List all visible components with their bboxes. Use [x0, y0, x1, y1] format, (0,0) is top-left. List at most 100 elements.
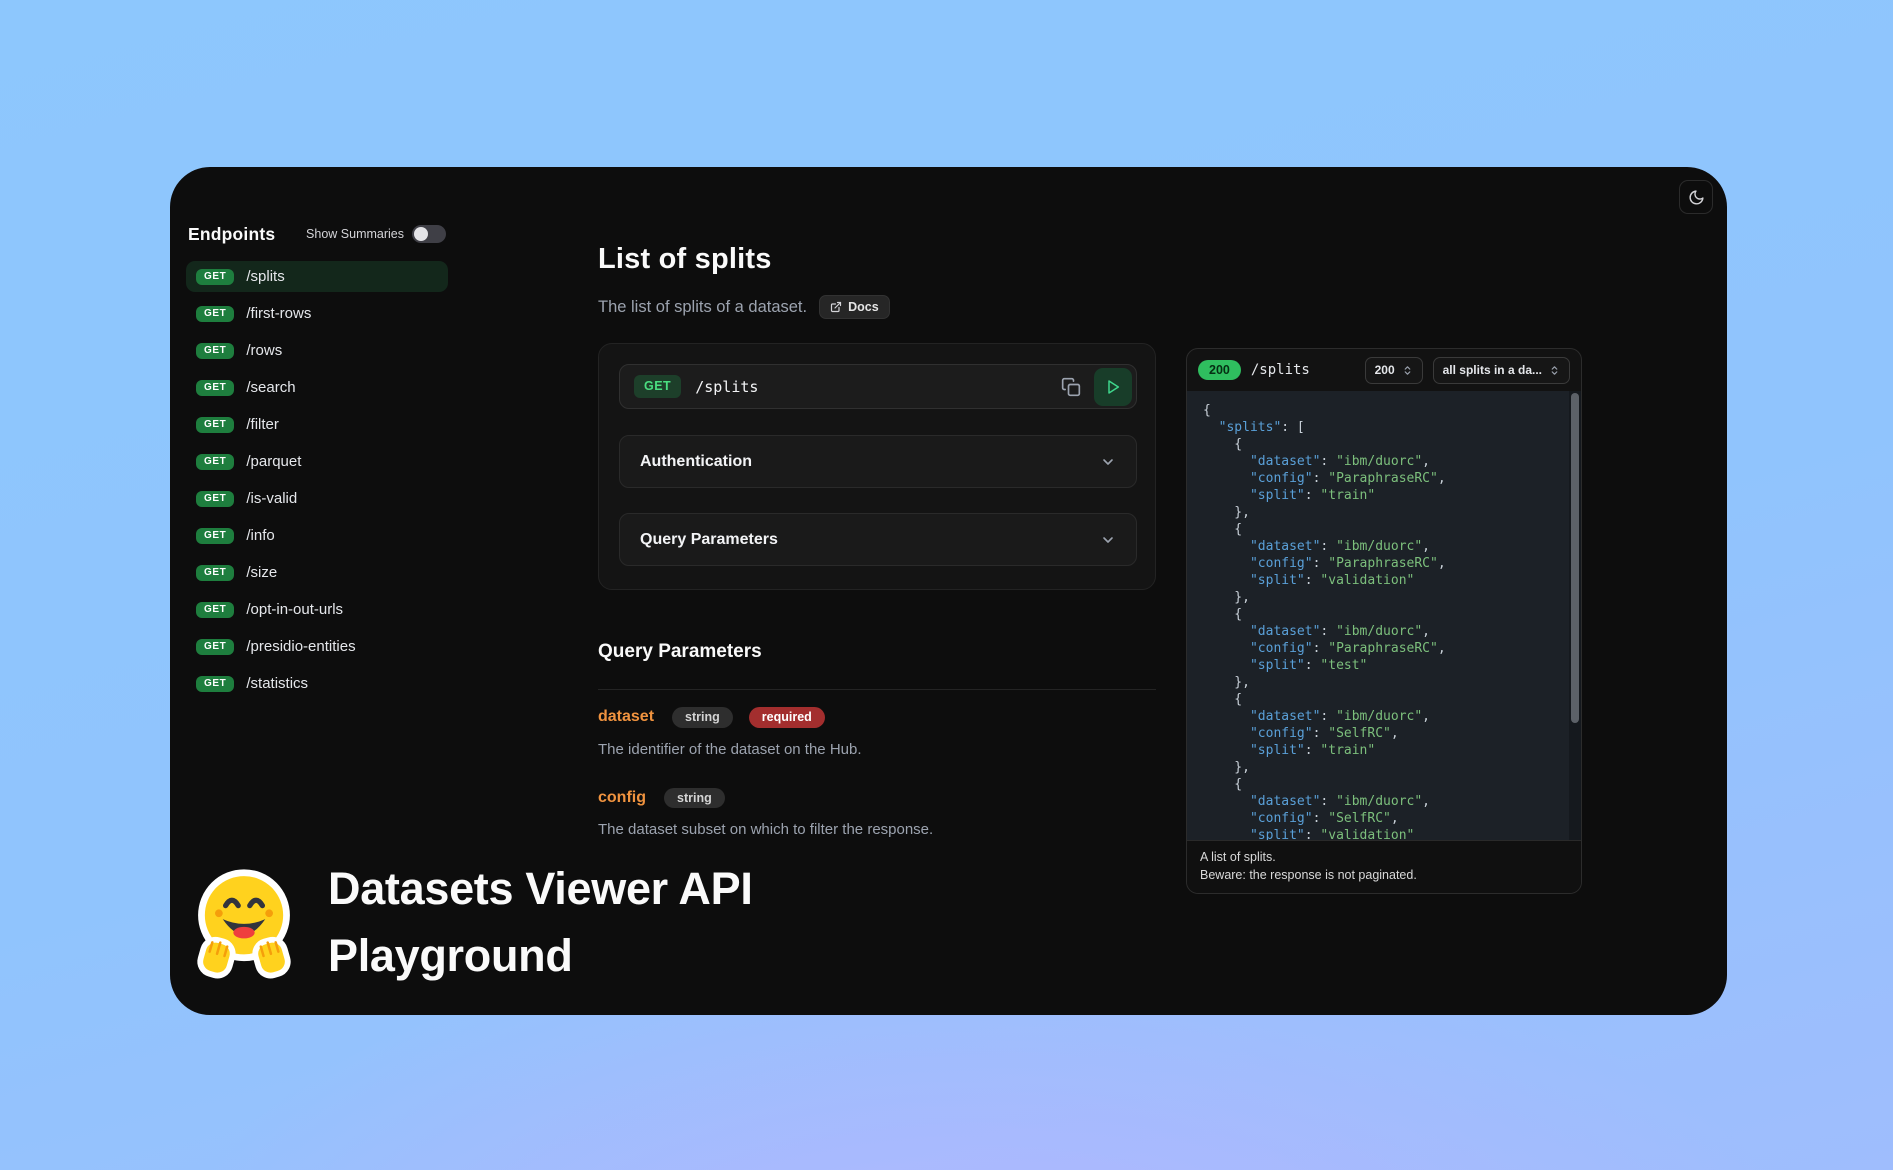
branding-title-line2: Playground — [328, 922, 753, 989]
show-summaries-toggle[interactable] — [412, 225, 446, 243]
toggle-knob — [414, 227, 428, 241]
example-select[interactable]: all splits in a da... — [1433, 357, 1570, 384]
subtitle-row: The list of splits of a dataset. Docs — [598, 295, 890, 319]
request-panel: GET /splits — [598, 343, 1156, 590]
parameter-name: config — [598, 789, 646, 807]
request-path: /splits — [695, 378, 758, 396]
app-window: Endpoints Show Summaries GET/splitsGET/f… — [170, 167, 1727, 1015]
sidebar: Endpoints Show Summaries GET/splitsGET/f… — [186, 221, 448, 699]
page-subtitle: The list of splits of a dataset. — [598, 298, 807, 317]
sidebar-item-rows[interactable]: GET/rows — [186, 335, 448, 366]
method-badge: GET — [196, 269, 234, 285]
sidebar-item-size[interactable]: GET/size — [186, 557, 448, 588]
hugging-face-emoji — [186, 859, 302, 985]
external-link-icon — [830, 301, 842, 313]
query-parameters-accordion[interactable]: Query Parameters — [619, 513, 1137, 566]
status-code-select-value: 200 — [1375, 363, 1395, 377]
method-badge: GET — [196, 343, 234, 359]
run-request-button[interactable] — [1094, 368, 1132, 406]
type-badge: string — [664, 788, 725, 809]
page-title: List of splits — [598, 243, 772, 276]
method-badge: GET — [196, 528, 234, 544]
endpoint-path: /statistics — [246, 675, 308, 692]
response-header: 200 /splits 200 all splits in a da... — [1187, 349, 1581, 391]
parameter-name: dataset — [598, 708, 654, 726]
authentication-accordion[interactable]: Authentication — [619, 435, 1137, 488]
sidebar-item-statistics[interactable]: GET/statistics — [186, 668, 448, 699]
docs-button-label: Docs — [848, 300, 879, 314]
docs-button[interactable]: Docs — [819, 295, 890, 319]
method-badge: GET — [196, 454, 234, 470]
response-footer: A list of splits. Beware: the response i… — [1187, 840, 1581, 893]
moon-icon — [1688, 189, 1705, 206]
endpoint-path: /opt-in-out-urls — [246, 601, 343, 618]
query-parameters-accordion-label: Query Parameters — [640, 531, 778, 549]
theme-toggle-button[interactable] — [1679, 180, 1713, 214]
response-body: { "splits": [ { "dataset": "ibm/duorc", … — [1187, 391, 1581, 840]
response-footer-line: Beware: the response is not paginated. — [1200, 866, 1568, 884]
method-badge: GET — [196, 380, 234, 396]
sidebar-item-splits[interactable]: GET/splits — [186, 261, 448, 292]
show-summaries-label: Show Summaries — [306, 227, 404, 241]
method-badge: GET — [196, 676, 234, 692]
parameter-dataset: dataset string required The identifier of t… — [598, 707, 1156, 758]
endpoint-path: /size — [246, 564, 277, 581]
required-badge: required — [749, 707, 825, 728]
endpoint-path: /is-valid — [246, 490, 297, 507]
sidebar-title: Endpoints — [188, 224, 275, 245]
method-badge: GET — [196, 417, 234, 433]
query-parameters-section-title: Query Parameters — [598, 641, 762, 663]
branding: Datasets Viewer API Playground — [186, 855, 753, 989]
endpoint-path: /splits — [246, 268, 284, 285]
endpoint-path: /rows — [246, 342, 282, 359]
sidebar-item-search[interactable]: GET/search — [186, 372, 448, 403]
chevrons-up-down-icon — [1549, 365, 1560, 376]
branding-title-line1: Datasets Viewer API — [328, 855, 753, 922]
copy-button[interactable] — [1061, 377, 1081, 397]
parameter-config: config string The dataset subset on which … — [598, 788, 1156, 839]
parameter-list: dataset string required The identifier of t… — [598, 707, 1156, 838]
parameter-description: The identifier of the dataset on the Hub… — [598, 741, 1156, 758]
sidebar-header: Endpoints Show Summaries — [186, 221, 448, 247]
method-badge: GET — [196, 602, 234, 618]
method-badge: GET — [196, 306, 234, 322]
sidebar-item-presidio-entities[interactable]: GET/presidio-entities — [186, 631, 448, 662]
authentication-accordion-label: Authentication — [640, 453, 752, 471]
endpoint-path: /info — [246, 527, 274, 544]
request-method-badge: GET — [634, 375, 681, 398]
endpoint-list: GET/splitsGET/first-rowsGET/rowsGET/sear… — [186, 261, 448, 699]
type-badge: string — [672, 707, 733, 728]
sidebar-item-opt-in-out-urls[interactable]: GET/opt-in-out-urls — [186, 594, 448, 625]
section-divider — [598, 689, 1156, 690]
endpoint-path: /filter — [246, 416, 279, 433]
request-bar: GET /splits — [619, 364, 1137, 409]
show-summaries-group: Show Summaries — [306, 225, 446, 243]
copy-icon — [1061, 377, 1081, 397]
scrollbar-thumb[interactable] — [1571, 393, 1579, 723]
response-path: /splits — [1251, 362, 1310, 378]
method-badge: GET — [196, 491, 234, 507]
sidebar-item-filter[interactable]: GET/filter — [186, 409, 448, 440]
branding-title: Datasets Viewer API Playground — [328, 855, 753, 989]
chevron-down-icon — [1100, 532, 1116, 548]
chevron-down-icon — [1100, 454, 1116, 470]
response-panel: 200 /splits 200 all splits in a da... { … — [1186, 348, 1582, 894]
sidebar-item-is-valid[interactable]: GET/is-valid — [186, 483, 448, 514]
json-code: { "splits": [ { "dataset": "ibm/duorc", … — [1203, 402, 1555, 840]
sidebar-item-first-rows[interactable]: GET/first-rows — [186, 298, 448, 329]
sidebar-item-info[interactable]: GET/info — [186, 520, 448, 551]
method-badge: GET — [196, 565, 234, 581]
parameter-description: The dataset subset on which to filter th… — [598, 821, 1156, 838]
sidebar-item-parquet[interactable]: GET/parquet — [186, 446, 448, 477]
endpoint-path: /search — [246, 379, 295, 396]
endpoint-path: /first-rows — [246, 305, 311, 322]
method-badge: GET — [196, 639, 234, 655]
endpoint-path: /presidio-entities — [246, 638, 355, 655]
play-icon — [1105, 379, 1121, 395]
chevrons-up-down-icon — [1402, 365, 1413, 376]
example-select-value: all splits in a da... — [1443, 363, 1542, 377]
scrollbar[interactable] — [1569, 391, 1581, 840]
status-code-select[interactable]: 200 — [1365, 357, 1423, 384]
response-footer-line: A list of splits. — [1200, 848, 1568, 866]
endpoint-path: /parquet — [246, 453, 301, 470]
